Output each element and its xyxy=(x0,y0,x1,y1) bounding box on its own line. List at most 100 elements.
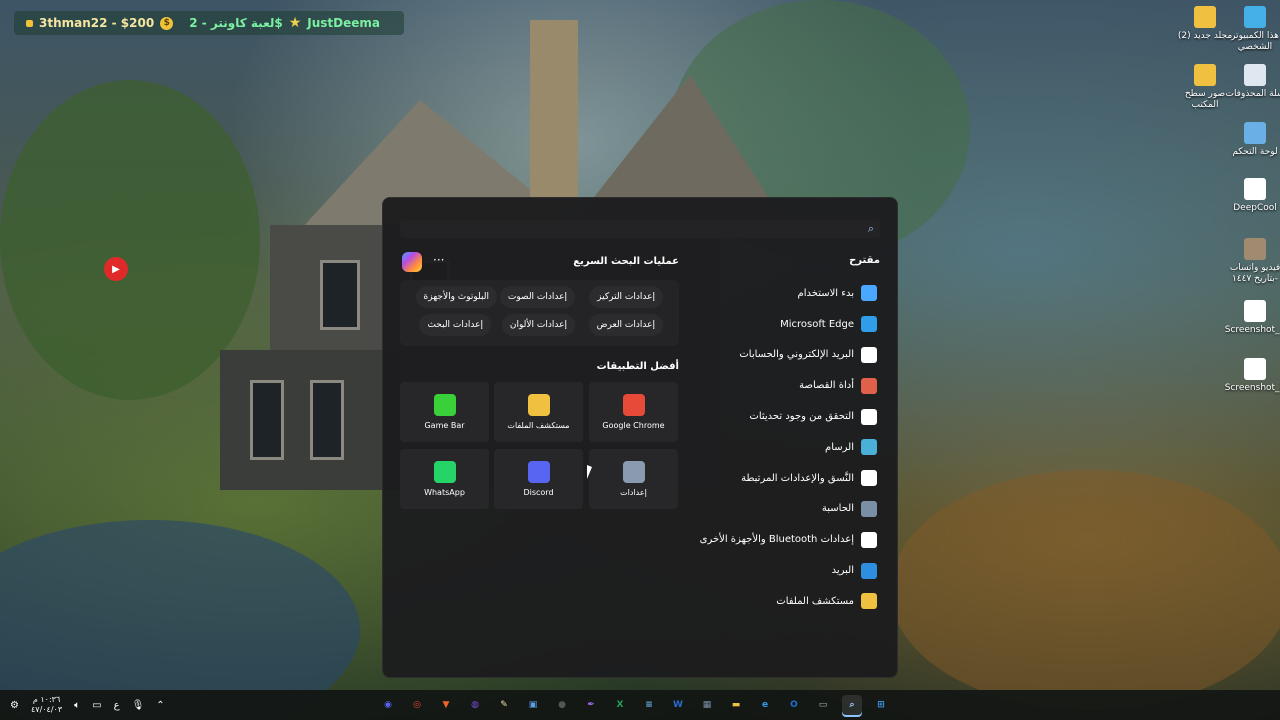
edge-icon xyxy=(861,316,877,333)
suggested-item-label: البريد الإلكتروني والحسابات xyxy=(739,349,854,361)
chrome-icon[interactable]: ◎ xyxy=(407,695,427,715)
stream-overlay-bar: 3thman22 - $200 $ لعبة كاونتر - 2$ ★ Jus… xyxy=(14,11,404,35)
top-app-tile[interactable]: إعدادات xyxy=(589,449,678,509)
top-app-label: مستكشف الملفات xyxy=(507,421,570,430)
start-icon[interactable]: ⊞ xyxy=(871,695,891,715)
obs-icon[interactable]: ● xyxy=(552,695,572,715)
video-file-icon xyxy=(1244,238,1266,260)
folder-icon[interactable]: ▬ xyxy=(726,695,746,715)
pen-icon xyxy=(861,470,877,487)
screenshot-file-icon xyxy=(1244,358,1266,380)
youtube-icon[interactable]: ▶ xyxy=(104,257,128,281)
folder-icon xyxy=(1194,6,1216,28)
coin-icon: $ xyxy=(160,16,174,30)
top-app-tile[interactable]: Game Bar xyxy=(400,382,489,442)
brave-icon[interactable]: ▼ xyxy=(436,695,456,715)
word-icon[interactable]: W xyxy=(668,695,688,715)
discord-icon xyxy=(527,461,550,483)
desktop-icon[interactable]: Screenshot_2 xyxy=(1224,358,1280,394)
top-app-tile[interactable]: Google Chrome xyxy=(589,382,678,442)
deepcool-icon xyxy=(1244,178,1266,200)
stream-donation-1: 3thman22 - $200 $ xyxy=(14,16,174,30)
snipping-tool-icon xyxy=(861,377,877,394)
suggested-item-label: Microsoft Edge xyxy=(780,318,854,330)
mouse-cursor xyxy=(587,465,592,479)
more-options-button[interactable]: ··· xyxy=(433,253,444,267)
desktop-icon-label: صور سطح المكتب xyxy=(1184,89,1226,110)
search-input[interactable]: ⌕ xyxy=(400,220,880,238)
search-icon[interactable]: ⌕ xyxy=(842,695,862,715)
top-app-label: Google Chrome xyxy=(602,421,665,430)
feather-icon[interactable]: ✒ xyxy=(581,695,601,715)
file-explorer-icon xyxy=(527,394,550,416)
network-icon[interactable]: ▭ xyxy=(92,700,101,711)
top-app-tile[interactable]: WhatsApp xyxy=(400,449,489,509)
edge-icon[interactable]: e xyxy=(755,695,775,715)
paint-icon xyxy=(861,439,877,456)
volume-icon[interactable]: 🔈︎ xyxy=(74,700,80,711)
clock[interactable]: ١٠:٣٦ م ٤٧/٠٤/٠٣ xyxy=(31,695,62,715)
control-panel-icon xyxy=(1244,122,1266,144)
copilot-icon[interactable] xyxy=(402,252,422,272)
desktop-icon-label: لوحة التحكم xyxy=(1232,147,1278,157)
quick-chip[interactable]: إعدادات التركيز xyxy=(589,286,663,308)
outlook-icon[interactable]: O xyxy=(784,695,804,715)
game-bar-icon xyxy=(433,394,456,416)
notification-icon[interactable]: ⚙ xyxy=(10,700,19,711)
desktop-icon[interactable]: مجلد جديد (2) xyxy=(1174,6,1236,42)
show-hidden-icons-chevron-icon[interactable]: ⌃ xyxy=(156,700,164,711)
app-purple-icon[interactable]: ◍ xyxy=(465,695,485,715)
clock-date: ٤٧/٠٤/٠٣ xyxy=(30,705,63,714)
devices-icon xyxy=(861,531,877,548)
suggested-item-label: والأجهزة الأخرى Bluetooth إعدادات xyxy=(699,534,854,546)
suggested-item-label: بدء الاستخدام xyxy=(797,287,854,299)
quick-chip[interactable]: إعدادات الصوت xyxy=(499,286,575,308)
desktop-icon[interactable]: Screenshot_1 xyxy=(1224,300,1280,336)
desktop-icon[interactable]: DeepCool xyxy=(1224,178,1280,214)
suggested-item[interactable]: والأجهزة الأخرى Bluetooth إعدادات xyxy=(637,524,877,555)
window-icon[interactable]: ▭ xyxy=(813,695,833,715)
suggested-item-label: الحاسبة xyxy=(821,503,854,515)
quick-chip[interactable]: البلوتوث والأجهزة xyxy=(415,286,497,308)
screenshot-file-icon xyxy=(1244,300,1266,322)
start-search-panel: ⌕ مقترح بدء الاستخدام Microsoft Edge البري… xyxy=(382,197,898,678)
note-icon[interactable]: ✎ xyxy=(494,695,514,715)
excel-icon[interactable]: X xyxy=(610,695,630,715)
desktop-icon[interactable]: صور سطح المكتب xyxy=(1174,64,1236,111)
language-indicator[interactable]: ع xyxy=(114,700,120,711)
quick-searches-title: عمليات البحث السريع xyxy=(573,256,679,267)
desktop-icon-label: فيديو واتساب بتاريخ ١٤٤٧- xyxy=(1229,263,1280,284)
suggested-item-label: الرسام xyxy=(825,441,854,453)
desktop-icon[interactable]: لوحة التحكم xyxy=(1224,122,1280,158)
suggested-item-label: البريد xyxy=(831,565,854,577)
suggested-item[interactable]: مستكشف الملفات xyxy=(637,586,877,617)
whatsapp-icon xyxy=(433,461,456,483)
microphone-icon[interactable]: 🎙︎ xyxy=(132,700,145,711)
quick-chip[interactable]: إعدادات العرض xyxy=(588,314,663,336)
suggested-item-label: النَّسق والإعدادات المرتبطة xyxy=(741,472,854,484)
calculator-icon xyxy=(861,500,877,517)
suggested-item-label: أداة القصاصة xyxy=(799,380,854,392)
top-app-tile[interactable]: مستكشف الملفات xyxy=(494,382,583,442)
star-icon: ★ xyxy=(288,15,302,31)
stream-donation-text: 3thman22 - $200 xyxy=(39,16,155,30)
settings-icon xyxy=(622,461,645,483)
suggested-item[interactable]: البريد xyxy=(637,555,877,586)
quick-chip[interactable]: إعدادات الألوان xyxy=(501,314,575,336)
notepad-icon[interactable]: ≡ xyxy=(639,695,659,715)
folder-icon xyxy=(1194,64,1216,86)
calculator-icon[interactable]: ▦ xyxy=(697,695,717,715)
top-app-tile[interactable]: Discord xyxy=(494,449,583,509)
recycle-bin-icon xyxy=(1244,64,1266,86)
taskbar-app-list: ◉ ◎ ▼ ◍ ✎ ▣ ● ✒ X ≡ W ▦ ▬ e O ▭ ⌕ ⊞ xyxy=(378,695,891,715)
desktop-icon[interactable]: فيديو واتساب بتاريخ ١٤٤٧- xyxy=(1224,238,1280,285)
desktop-icon-label: Screenshot_1 xyxy=(1224,325,1280,335)
store-icon[interactable]: ▣ xyxy=(523,695,543,715)
suggested-item-label: مستكشف الملفات xyxy=(776,595,854,607)
quick-chip[interactable]: إعدادات البحث xyxy=(419,314,491,336)
stream-donation-2: لعبة كاونتر - 2$ ★ JustDeema xyxy=(189,15,380,31)
top-apps-title: أفضل التطبيقات xyxy=(596,361,679,372)
stream-bullet-icon xyxy=(26,19,33,27)
discord-icon[interactable]: ◉ xyxy=(378,695,398,715)
stream-user-text: JustDeema xyxy=(307,16,381,30)
